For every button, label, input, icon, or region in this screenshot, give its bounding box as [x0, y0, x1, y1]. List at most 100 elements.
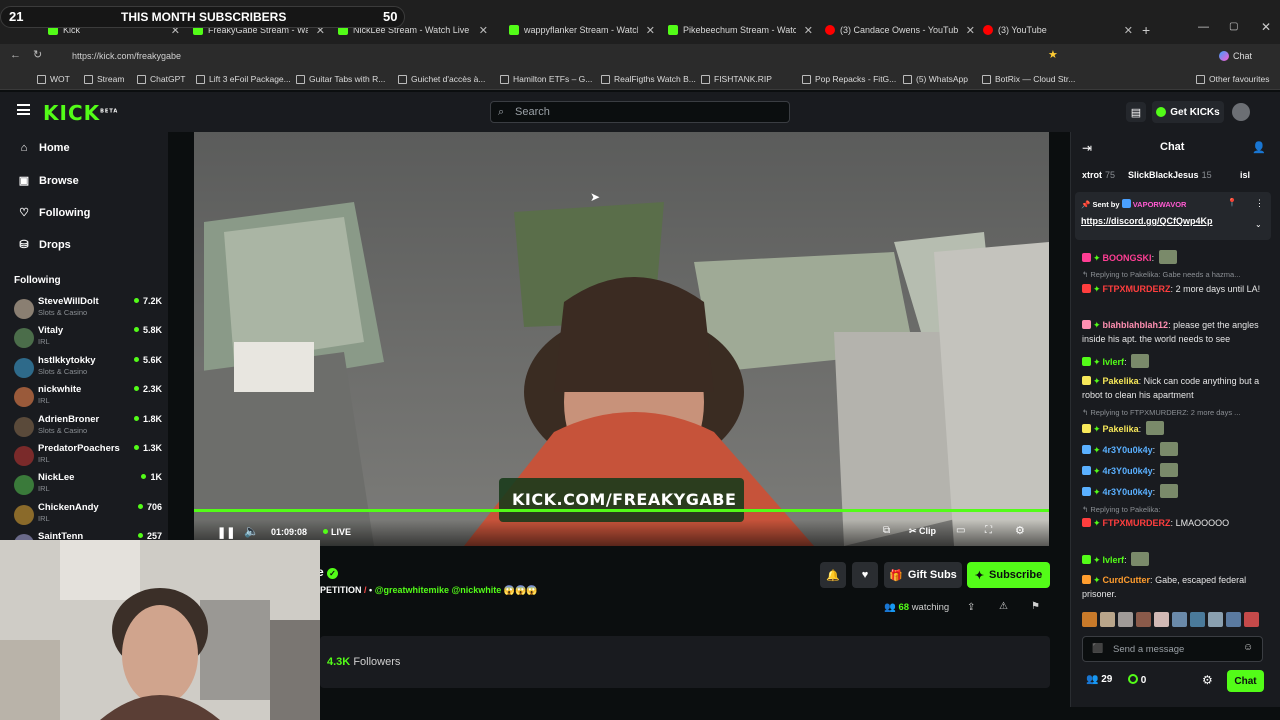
playback-progress[interactable]	[194, 509, 1049, 512]
browser-tab[interactable]: (3) Candace Owens - YouTube ✕	[825, 20, 975, 40]
favorite-item[interactable]: (5) WhatsApp	[903, 74, 968, 84]
chat-username[interactable]: 4r3Y0u0k4y	[1103, 487, 1153, 497]
emote-icon[interactable]	[1082, 612, 1097, 627]
share-icon[interactable]: ⇪	[967, 602, 975, 613]
sidebar-toggle-icon[interactable]: ▤	[1126, 102, 1146, 122]
following-channel[interactable]: PredatorPoachers IRL 1.3K	[14, 443, 162, 471]
chat-settings-icon[interactable]: ⚙	[1202, 673, 1213, 687]
favorite-item[interactable]: Pop Repacks - FitG...	[802, 74, 896, 84]
chat-reply-context[interactable]: ↰ Replying to FTPXMURDERZ: 2 more days .…	[1082, 408, 1272, 417]
report-icon[interactable]: ⚠	[999, 601, 1008, 612]
browser-tab[interactable]: Pikebeechum Stream - Watch ✕	[668, 20, 813, 40]
emote-icon[interactable]	[1154, 612, 1169, 627]
favorite-item[interactable]: Hamilton ETFs – G...	[500, 74, 592, 84]
favorite-item[interactable]: RealFigths Watch B...	[601, 74, 696, 84]
favorite-star-icon[interactable]: ★	[1048, 48, 1058, 61]
following-channel[interactable]: ChickenAndy IRL 706	[14, 502, 162, 530]
search-input[interactable]: ⌕ Search	[490, 101, 790, 123]
new-tab-button[interactable]: +	[1142, 22, 1150, 38]
follow-heart-button[interactable]: ♥	[852, 562, 878, 588]
send-chat-button[interactable]: Chat	[1227, 670, 1264, 692]
sidebar-item-home[interactable]: ⌂ Home	[18, 142, 70, 154]
reload-icon[interactable]: ↻	[33, 48, 42, 61]
emote-icon[interactable]	[1226, 612, 1241, 627]
following-channel[interactable]: SteveWillDolt Slots & Casino 7.2K	[14, 296, 162, 324]
menu-icon[interactable]	[17, 104, 30, 115]
favorite-item[interactable]: BotRix — Cloud Str...	[982, 74, 1075, 84]
kick-logo[interactable]: KICKBETA	[43, 101, 118, 125]
emote-icon[interactable]	[1244, 612, 1259, 627]
url-field[interactable]: https://kick.com/freakygabe	[56, 48, 1042, 65]
notification-bell-button[interactable]: 🔔	[820, 562, 846, 588]
close-tab-icon[interactable]: ✕	[966, 24, 975, 37]
unpin-icon[interactable]: 📍	[1227, 198, 1237, 207]
chat-username[interactable]: CurdCutter	[1103, 575, 1151, 585]
chat-username[interactable]: Ivlerf	[1103, 357, 1125, 367]
favorite-item[interactable]: FISHTANK.RIP	[701, 74, 772, 84]
sidebar-item-following[interactable]: ♡ Following	[18, 206, 90, 220]
maximize-button[interactable]: ▢	[1229, 21, 1238, 32]
chat-username[interactable]: FTPXMURDERZ	[1103, 284, 1171, 294]
following-channel[interactable]: nickwhite IRL 2.3K	[14, 384, 162, 412]
chat-username[interactable]: Pakelika	[1103, 424, 1139, 434]
chat-username[interactable]: Ivlerf	[1103, 555, 1125, 565]
chat-reply-context[interactable]: ↰ Replying to Pakelika:	[1082, 505, 1272, 514]
minimize-button[interactable]: —	[1198, 21, 1209, 33]
video-player[interactable]: KICK.COM/FREAKYGABE ➤	[194, 132, 1049, 546]
theater-mode-icon[interactable]: ⧉	[883, 525, 890, 536]
emote-icon[interactable]	[1118, 612, 1133, 627]
chat-username[interactable]: FTPXMURDERZ	[1103, 518, 1171, 528]
chat-reply-context[interactable]: ↰ Replying to Pakelika: Gabe needs a haz…	[1082, 270, 1272, 279]
close-tab-icon[interactable]: ✕	[646, 24, 655, 37]
collapse-chat-icon[interactable]: ⇥	[1082, 141, 1092, 155]
favorite-item[interactable]: Guitar Tabs with R...	[296, 74, 385, 84]
favorite-item[interactable]: Other favourites	[1196, 74, 1269, 84]
more-options-icon[interactable]: ⋮	[1255, 198, 1264, 209]
expand-chevron-icon[interactable]: ⌄	[1255, 220, 1262, 229]
user-settings-icon[interactable]: 👤	[1252, 141, 1266, 154]
clip-button[interactable]: ✂ Clip	[909, 526, 936, 537]
get-kicks-button[interactable]: Get KICKs	[1152, 101, 1224, 123]
following-channel[interactable]: hstlkkytokky Slots & Casino 5.6K	[14, 355, 162, 383]
top-gifter[interactable]: xtrot 75	[1082, 170, 1115, 180]
chat-username[interactable]: 4r3Y0u0k4y	[1103, 445, 1153, 455]
chat-username[interactable]: blahblahblah12	[1103, 320, 1169, 330]
close-tab-icon[interactable]: ✕	[1124, 24, 1133, 37]
sidebar-item-drops[interactable]: ⛁ Drops	[18, 238, 70, 252]
following-channel[interactable]: Vitaly IRL 5.8K	[14, 325, 162, 353]
emote-icon[interactable]	[1100, 612, 1115, 627]
fullscreen-icon[interactable]: ⛶	[985, 525, 992, 536]
mini-player-icon[interactable]: ▭	[956, 525, 965, 536]
stream-mentions[interactable]: @greatwhitemike @nickwhite	[375, 585, 502, 595]
avatar[interactable]	[1232, 103, 1250, 121]
emote-icon[interactable]	[1172, 612, 1187, 627]
back-icon[interactable]: ←	[10, 49, 21, 61]
chat-username[interactable]: Pakelika	[1103, 376, 1139, 386]
following-channel[interactable]: NickLee IRL 1K	[14, 472, 162, 500]
browser-tab[interactable]: wappyflanker Stream - Watch ✕	[509, 20, 655, 40]
settings-icon[interactable]: ⚙	[1015, 524, 1025, 537]
subscribe-button[interactable]: ✦ Subscribe	[967, 562, 1050, 588]
sidebar-item-browse[interactable]: ▣ Browse	[18, 174, 79, 188]
emote-icon[interactable]	[1136, 612, 1151, 627]
volume-icon[interactable]: 🔈	[244, 524, 259, 538]
following-channel[interactable]: AdrienBroner Slots & Casino 1.8K	[14, 414, 162, 442]
close-tab-icon[interactable]: ✕	[804, 24, 813, 37]
pause-icon[interactable]: ❚❚	[217, 526, 235, 539]
moderation-icon[interactable]: ⚑	[1031, 601, 1040, 612]
emote-icon[interactable]	[1208, 612, 1223, 627]
favorite-item[interactable]: Stream	[84, 74, 124, 84]
top-gifter[interactable]: isl	[1240, 170, 1253, 180]
browser-tab[interactable]: (3) YouTube ✕	[983, 20, 1133, 40]
favorite-item[interactable]: ChatGPT	[137, 74, 185, 84]
copilot-button[interactable]: Chat	[1219, 48, 1265, 64]
favorite-item[interactable]: Lift 3 eFoil Package...	[196, 74, 291, 84]
emoji-icon[interactable]: ☺	[1243, 642, 1253, 653]
chat-input[interactable]: ⬛ Send a message ☺	[1082, 636, 1263, 662]
emote-icon[interactable]	[1190, 612, 1205, 627]
pinned-link[interactable]: https://discord.gg/QCfQwp4Kp	[1081, 216, 1213, 226]
close-tab-icon[interactable]: ✕	[479, 24, 488, 37]
chat-username[interactable]: BOONGSKI	[1103, 253, 1152, 263]
chat-username[interactable]: 4r3Y0u0k4y	[1103, 466, 1153, 476]
top-gifter[interactable]: SlickBlackJesus 15	[1128, 170, 1212, 180]
